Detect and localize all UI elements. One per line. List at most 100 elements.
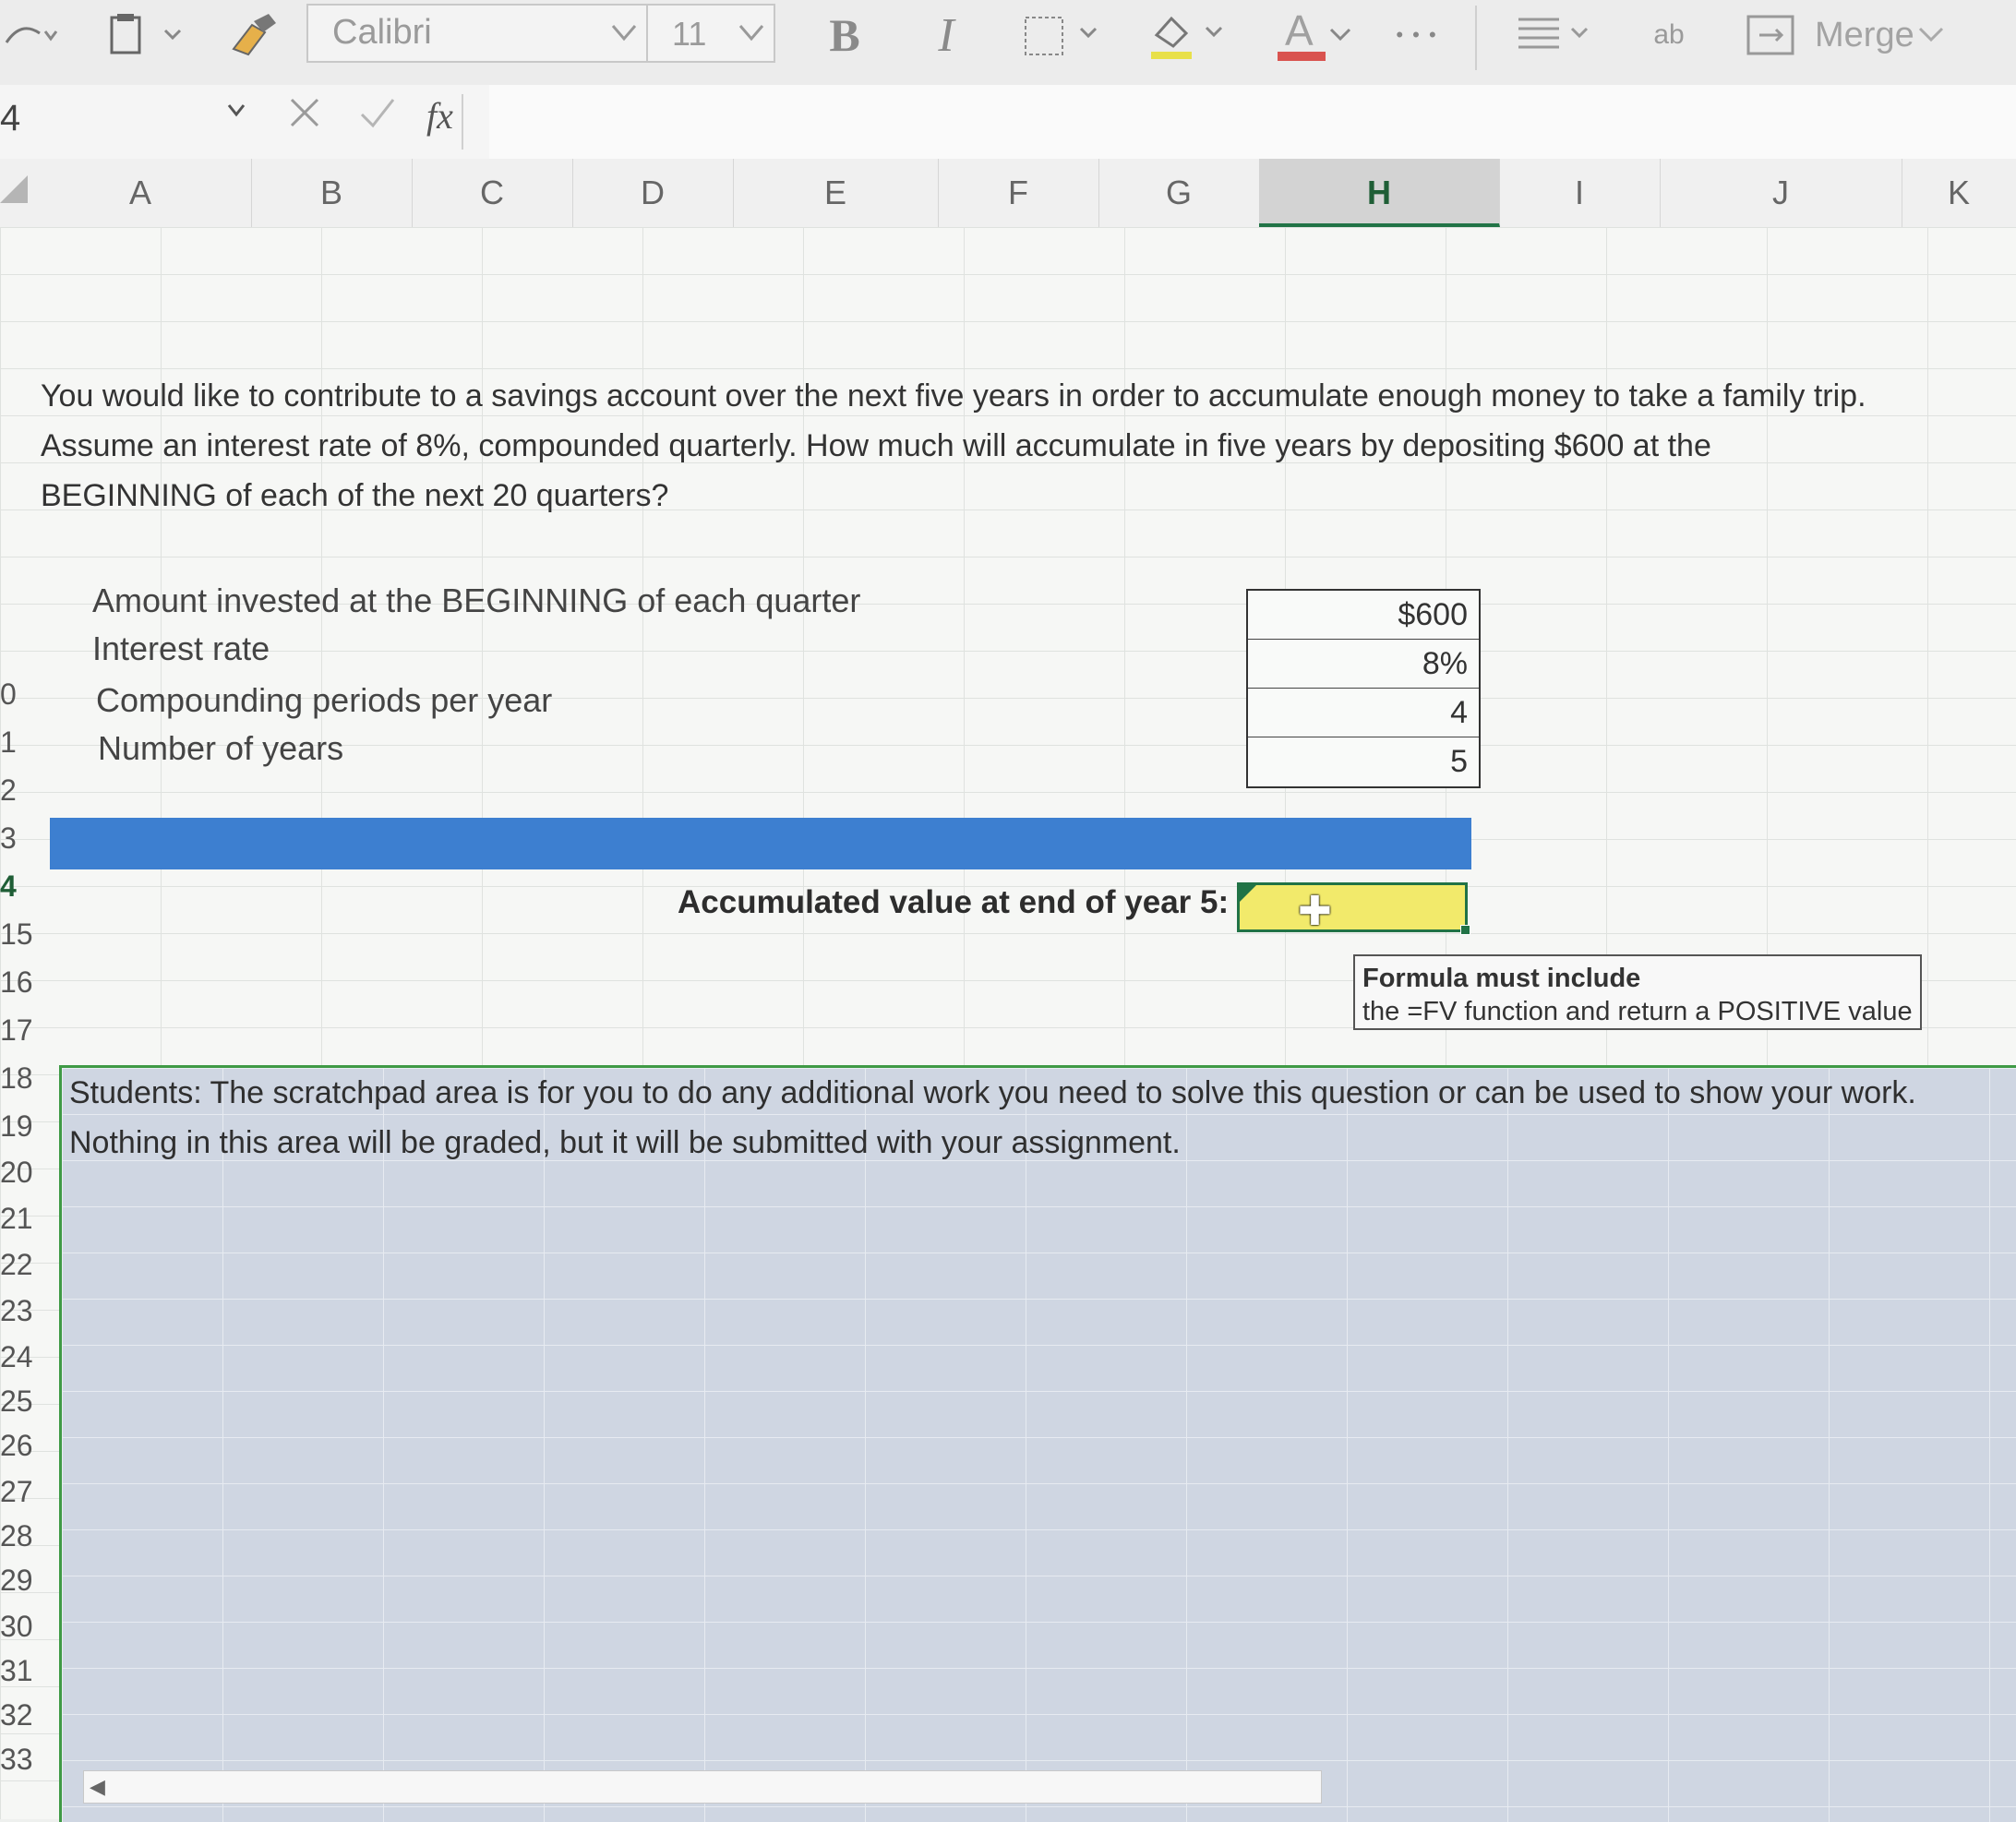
align-button[interactable] — [1510, 9, 1612, 61]
paint-bucket-icon — [1151, 16, 1223, 59]
scratchpad-line-2: Nothing in this area will be graded, but… — [69, 1125, 1181, 1160]
fill-color-button[interactable] — [1141, 9, 1242, 61]
cell-note: Formula must include the =FV function an… — [1353, 954, 1922, 1030]
italic-label: I — [938, 8, 954, 62]
result-label: Accumulated value at end of year 5: — [678, 884, 1230, 920]
column-header-a[interactable]: A — [30, 159, 252, 227]
row-header-selected[interactable]: 4 — [0, 869, 17, 904]
bold-label: B — [829, 9, 860, 61]
section-divider-bar — [50, 818, 1471, 869]
more-label: • • • — [1396, 23, 1438, 46]
row-header[interactable]: 23 — [0, 1294, 33, 1328]
input-label-periods: Compounding periods per year — [96, 681, 553, 719]
select-all-corner[interactable] — [0, 175, 28, 203]
input-cell-rate[interactable]: 8% — [1248, 640, 1479, 689]
scroll-left-icon[interactable]: ◀ — [90, 1771, 105, 1803]
row-header[interactable]: 30 — [0, 1610, 33, 1644]
formula-bar: 4 fx — [0, 85, 2016, 160]
chevron-down-icon — [611, 25, 637, 42]
row-header[interactable]: 25 — [0, 1384, 33, 1419]
clipboard-icon — [110, 14, 182, 54]
fill-handle[interactable] — [1460, 925, 1470, 935]
row-header[interactable]: 32 — [0, 1698, 33, 1732]
merge-label: Merge — [1815, 15, 1914, 54]
row-header[interactable]: 18 — [0, 1061, 33, 1096]
column-header-h[interactable]: H — [1259, 159, 1500, 227]
cancel-icon[interactable] — [284, 92, 325, 133]
row-header[interactable]: 33 — [0, 1743, 33, 1777]
merge-button[interactable]: Merge — [1745, 9, 1994, 61]
italic-button[interactable]: I — [914, 8, 978, 62]
input-cell-years[interactable]: 5 — [1248, 737, 1479, 786]
row-header[interactable]: 24 — [0, 1340, 33, 1374]
row-header[interactable]: 16 — [0, 965, 33, 1000]
format-painter-button[interactable] — [220, 9, 284, 61]
undo-button[interactable] — [0, 9, 65, 61]
chevron-down-icon — [738, 25, 764, 42]
answer-cell[interactable] — [1237, 882, 1470, 935]
name-box[interactable]: 4 — [0, 98, 20, 139]
font-name-dropdown[interactable]: Calibri — [306, 4, 648, 63]
input-label-years: Number of years — [98, 729, 344, 767]
row-header[interactable]: 3 — [0, 821, 17, 856]
column-header-k[interactable]: K — [1902, 159, 2016, 227]
row-header[interactable]: 2 — [0, 773, 17, 808]
horizontal-scrollbar[interactable]: ◀ — [83, 1770, 1322, 1804]
borders-icon — [1025, 17, 1098, 55]
column-header-b[interactable]: B — [251, 159, 413, 227]
chevron-down-icon — [1918, 27, 1943, 42]
row-header[interactable]: 22 — [0, 1248, 33, 1282]
ribbon-divider — [1475, 6, 1477, 70]
insert-function-icon[interactable]: fx — [426, 94, 453, 138]
align-icon — [1518, 18, 1589, 49]
column-header-i[interactable]: I — [1499, 159, 1661, 227]
formula-input[interactable] — [489, 85, 2016, 159]
scratchpad-area[interactable]: Students: The scratchpad area is for you… — [59, 1065, 2016, 1822]
row-header[interactable]: 19 — [0, 1109, 33, 1144]
input-values-box: $600 8% 4 5 — [1246, 589, 1481, 788]
row-header[interactable]: 1 — [0, 725, 17, 760]
row-header[interactable]: 17 — [0, 1013, 33, 1048]
cell-cursor-icon: ✚ — [1298, 889, 1332, 934]
borders-button[interactable] — [1015, 9, 1117, 61]
more-options-button[interactable]: • • • — [1385, 9, 1449, 61]
comment-indicator-icon — [1240, 885, 1256, 902]
chevron-down-icon[interactable] — [225, 102, 247, 120]
column-header-e[interactable]: E — [733, 159, 939, 227]
font-color-button[interactable]: A — [1265, 6, 1366, 61]
column-header-c[interactable]: C — [412, 159, 573, 227]
row-header[interactable]: 29 — [0, 1564, 33, 1598]
input-cell-amount[interactable]: $600 — [1248, 591, 1479, 640]
input-cell-periods[interactable]: 4 — [1248, 689, 1479, 737]
row-header[interactable]: 0 — [0, 677, 17, 712]
enter-check-icon[interactable] — [356, 92, 397, 133]
row-header[interactable]: 21 — [0, 1202, 33, 1236]
chevron-down-icon — [1329, 28, 1351, 42]
column-header-g[interactable]: G — [1098, 159, 1260, 227]
scratchpad-instructions: Students: The scratchpad area is for you… — [69, 1068, 1916, 1168]
font-size-dropdown[interactable]: 11 — [646, 4, 775, 63]
clipboard-button[interactable] — [102, 9, 194, 61]
row-header[interactable]: 20 — [0, 1156, 33, 1190]
paintbrush-icon — [232, 14, 276, 56]
row-header[interactable]: 31 — [0, 1654, 33, 1688]
bold-button[interactable]: B — [812, 9, 877, 61]
column-header-f[interactable]: F — [938, 159, 1099, 227]
merge-icon — [1746, 15, 1794, 55]
input-label-rate: Interest rate — [92, 629, 270, 667]
ribbon-toolbar: Calibri 11 B I A • • • ab Merge — [0, 0, 2016, 86]
row-header[interactable]: 26 — [0, 1429, 33, 1463]
input-label-amount: Amount invested at the BEGINNING of each… — [92, 581, 861, 619]
question-text: You would like to contribute to a saving… — [41, 378, 1866, 513]
scratchpad-line-1: Students: The scratchpad area is for you… — [69, 1075, 1916, 1110]
row-header[interactable]: 27 — [0, 1475, 33, 1509]
row-header[interactable]: 28 — [0, 1519, 33, 1553]
wrap-text-button[interactable]: ab — [1641, 9, 1697, 61]
font-color-icon: A — [1276, 6, 1327, 61]
row-header[interactable]: 15 — [0, 917, 33, 952]
font-size-value: 11 — [672, 15, 707, 53]
column-header-d[interactable]: D — [572, 159, 734, 227]
column-header-j[interactable]: J — [1660, 159, 1902, 227]
undo-icon — [5, 27, 58, 43]
font-color-label: A — [1285, 6, 1314, 54]
